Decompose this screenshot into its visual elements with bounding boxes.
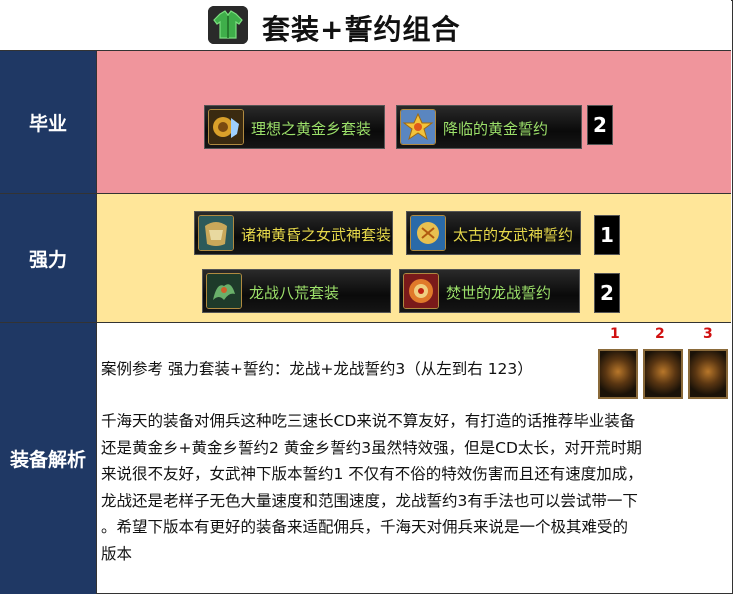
pledge-level-badge: 2 [587, 105, 613, 145]
analysis-line: 龙战还是老样子无色大量速度和范围速度，龙战誓约3有手法也可以尝试带一下 [101, 491, 638, 510]
item-label: 焚世的龙战誓约 [446, 284, 552, 302]
item-label: 太古的女武神誓约 [453, 226, 574, 244]
valkyrie-set-icon [198, 215, 234, 251]
graduation-cell: 理想之黄金乡套装 降临的黄金誓约 2 [97, 51, 731, 194]
dragon-pledge-icon [403, 273, 439, 309]
analysis-line: 来说很不友好，女武神下版本誓约1 不仅有不俗的特效伤害而且还有速度加成， [101, 465, 643, 483]
analysis-line: 。希望下版本有更好的装备来适配佣兵，千海天对佣兵来说是一个极其难受的 [101, 518, 629, 536]
golden-pledge-icon [400, 109, 436, 145]
item-valkyrie-pledge[interactable]: 太古的女武神誓约 [406, 211, 581, 255]
strong-cell: 诸神黄昏之女武神套装 太古的女武神誓约 1 龙战八荒套装 焚世的龙战誓约 2 [97, 194, 731, 323]
title-row: 套装+誓约组合 [0, 0, 731, 51]
item-golden-pledge[interactable]: 降临的黄金誓约 [396, 105, 582, 149]
page-title: 套装+誓约组合 [262, 13, 461, 46]
pledge-slot-icon [688, 349, 728, 399]
golden-town-set-icon [208, 109, 244, 145]
row-label-analysis: 装备解析 [0, 323, 97, 594]
item-valkyrie-set[interactable]: 诸神黄昏之女武神套装 [194, 211, 393, 255]
slot-number: 2 [655, 326, 665, 342]
item-label: 理想之黄金乡套装 [251, 120, 372, 138]
item-dragon-pledge[interactable]: 焚世的龙战誓约 [399, 269, 580, 313]
item-label: 诸神黄昏之女武神套装 [241, 226, 392, 244]
dragon-war-set-icon [206, 273, 242, 309]
slot-number: 1 [610, 326, 620, 342]
analysis-line: 千海天的装备对佣兵这种吃三速长CD来说不算友好，有打造的话推荐毕业装备 [101, 412, 636, 430]
item-label: 降临的黄金誓约 [443, 120, 549, 138]
analysis-line: 版本 [101, 544, 133, 563]
item-label: 龙战八荒套装 [249, 284, 340, 302]
item-golden-town-set[interactable]: 理想之黄金乡套装 [204, 105, 385, 149]
pledge-slot-icon [643, 349, 683, 399]
valkyrie-pledge-icon [410, 215, 446, 251]
analysis-line: 还是黄金乡+黄金乡誓约2 黄金乡誓约3虽然特效强，但是CD太长，对开荒时期 [101, 438, 642, 457]
row-label-strong: 强力 [0, 194, 97, 323]
pledge-slot-icon [598, 349, 638, 399]
pledge-level-badge: 1 [594, 215, 620, 255]
row-label-graduation: 毕业 [0, 51, 97, 194]
item-dragon-war-set[interactable]: 龙战八荒套装 [202, 269, 391, 313]
pledge-level-badge: 2 [594, 273, 620, 313]
slot-number: 3 [703, 326, 713, 342]
armor-set-icon [208, 6, 248, 44]
example-text: 案例参考 强力套装+誓约：龙战+龙战誓约3（从左到右 123） [101, 360, 533, 378]
